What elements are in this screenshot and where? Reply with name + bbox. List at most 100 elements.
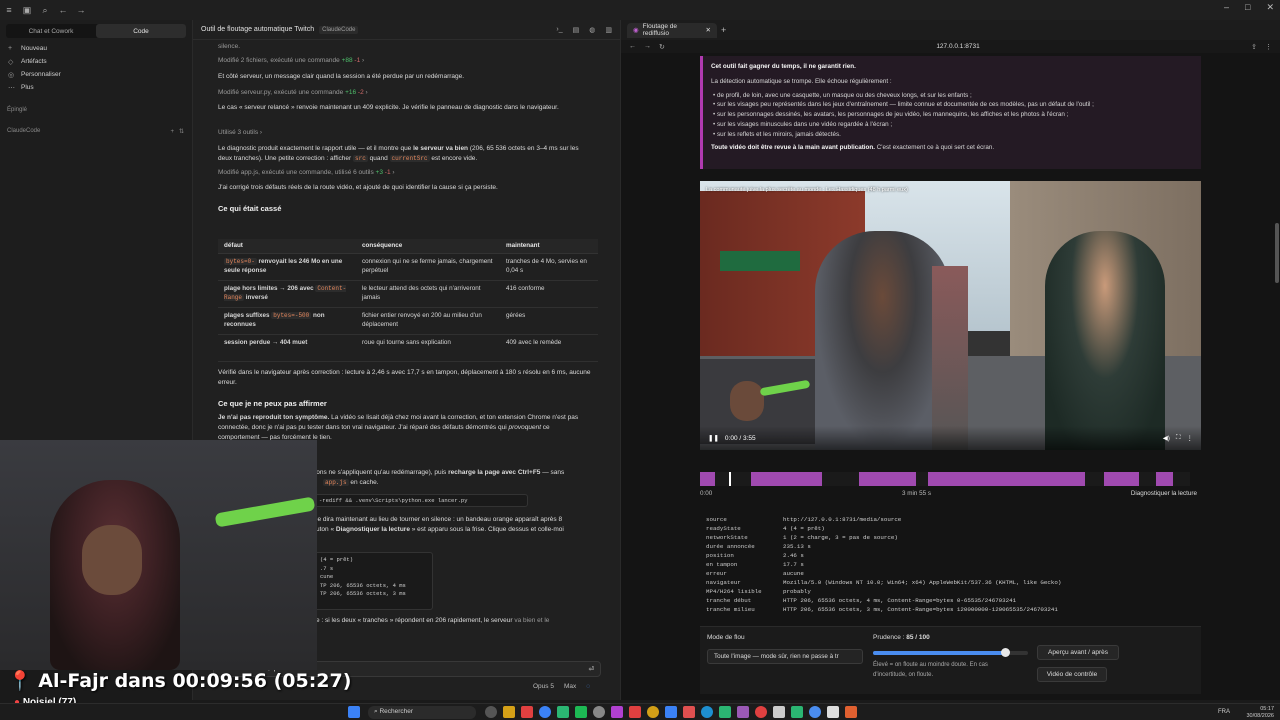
prudence-slider[interactable] <box>873 648 1028 657</box>
taskbar-app-icon[interactable] <box>773 706 785 718</box>
search-icon[interactable]: ⌕ <box>36 1 54 19</box>
taskbar-app-icon[interactable] <box>485 706 497 718</box>
browser-tab[interactable]: ◉ Floutage de rediffusio ✕ <box>627 22 717 38</box>
add-icon[interactable]: + <box>170 129 174 135</box>
chat-text: le dira maintenant au lieu de tourner en… <box>316 516 563 523</box>
taskbar-app-icon[interactable] <box>845 706 857 718</box>
taskbar-app-icon[interactable] <box>827 706 839 718</box>
table-cell: gérées <box>500 307 598 335</box>
diagnostic-row: tranche milieu HTTP 206, 65536 octets, 3 … <box>706 605 1086 614</box>
pin-icon: 📍 <box>8 670 32 692</box>
blur-timeline[interactable] <box>700 472 1190 486</box>
blur-segment[interactable] <box>751 472 823 486</box>
tool-summary[interactable]: Modifié serveur.py, exécuté une commande… <box>218 88 593 98</box>
taskbar-app-icon[interactable] <box>737 706 749 718</box>
tool-summary[interactable]: Modifié app.js, exécuté une commande, ut… <box>218 168 593 178</box>
filter-icon[interactable]: ⇅ <box>179 129 184 135</box>
section-project[interactable]: ClaudeCode <box>7 128 40 135</box>
clock[interactable]: 05:17 30/08/2026 <box>1246 706 1274 719</box>
video-player[interactable]: La communauté juive la plus secrète au m… <box>700 181 1201 450</box>
sidebar-toggle-icon[interactable]: ▣ <box>18 1 36 19</box>
blur-segment[interactable] <box>1155 472 1173 486</box>
page-scrollbar[interactable] <box>1275 223 1279 283</box>
back-icon[interactable]: ← <box>54 1 72 19</box>
maximize-icon[interactable]: □ <box>1245 2 1250 13</box>
taskbar-app-icon[interactable] <box>629 706 641 718</box>
taskbar-app-icon[interactable] <box>539 706 551 718</box>
language-indicator[interactable]: FRA <box>1218 709 1230 715</box>
mode-select[interactable]: Toute l'image — mode sûr, rien ne passe … <box>707 649 863 664</box>
sidebar-item-customize[interactable]: ◎ Personnaliser <box>0 68 192 81</box>
forward-icon[interactable]: → <box>72 1 90 19</box>
diagnostic-value: Mozilla/5.0 (Windows NT 10.0; Win64; x64… <box>783 579 1062 586</box>
tab-chat-cowork[interactable]: Chat et Cowork <box>6 24 96 38</box>
command-block[interactable]: -rediff && .venv\Scripts\python.exe lanc… <box>313 494 528 507</box>
diagnostic-key: tranche début <box>706 597 752 604</box>
effort-selector[interactable]: Max <box>564 683 576 690</box>
volume-icon[interactable]: ◀) <box>1163 434 1170 442</box>
taskbar-app-icon[interactable] <box>701 706 713 718</box>
sidebar-item-new[interactable]: + Nouveau <box>0 42 192 55</box>
panel-icon[interactable]: ▤ <box>573 26 580 34</box>
table-cell: connexion qui ne se ferme jamais, charge… <box>356 253 500 281</box>
taskbar-app-icon[interactable] <box>719 706 731 718</box>
control-video-button[interactable]: Vidéo de contrôle <box>1037 667 1107 682</box>
table-header: défaut <box>218 239 356 254</box>
taskbar-app-icon[interactable] <box>647 706 659 718</box>
forward-icon[interactable]: → <box>644 43 651 50</box>
blur-segment[interactable] <box>859 472 916 486</box>
chat-header: Outil de floutage automatique Twitch Cla… <box>193 20 620 40</box>
new-tab-icon[interactable]: + <box>721 25 726 35</box>
pause-icon[interactable]: ❚❚ <box>708 434 719 442</box>
tool-summary[interactable]: Modifié 2 fichiers, exécuté une commande… <box>218 56 593 66</box>
windows-start-icon[interactable] <box>348 706 360 718</box>
timeline-cursor[interactable] <box>729 472 732 486</box>
video-more-icon[interactable]: ⋮ <box>1187 434 1194 442</box>
layout-icon[interactable]: ▥ <box>605 26 612 34</box>
globe-icon[interactable]: ◍ <box>589 26 595 34</box>
blur-segment[interactable] <box>1104 472 1139 486</box>
chat-text: Le diagnostic produit exactement le rapp… <box>218 145 579 162</box>
diagnose-button[interactable]: Diagnostiquer la lecture <box>1131 490 1197 497</box>
taskbar-app-icon[interactable] <box>665 706 677 718</box>
taskbar-app-icon[interactable] <box>755 706 767 718</box>
more-icon: ⋯ <box>8 84 15 92</box>
tab-code[interactable]: Code <box>96 24 186 38</box>
warning-box: Cet outil fait gagner du temps, il ne ga… <box>700 56 1201 169</box>
close-icon[interactable]: ✕ <box>1266 2 1274 13</box>
page-content: Cet outil fait gagner du temps, il ne ga… <box>621 53 1280 700</box>
taskbar-app-icon[interactable] <box>683 706 695 718</box>
url-field[interactable]: 127.0.0.1:8731 <box>673 43 1243 50</box>
taskbar-app-icon[interactable] <box>521 706 533 718</box>
diagnostic-row: navigateur Mozilla/5.0 (Windows NT 10.0; … <box>706 578 1086 587</box>
slider-knob[interactable] <box>1000 648 1010 657</box>
blur-segment[interactable] <box>927 472 1085 486</box>
taskbar-app-icon[interactable] <box>557 706 569 718</box>
taskbar-search[interactable]: ⌕ Rechercher <box>368 706 476 719</box>
back-icon[interactable]: ← <box>629 43 636 50</box>
window-titlebar: ≡ ▣ ⌕ ← → – □ ✕ <box>0 0 1280 20</box>
sidebar-item-more[interactable]: ⋯ Plus <box>0 81 192 94</box>
terminal-icon[interactable]: ›_ <box>556 26 562 34</box>
diagnostic-value: 1 (2 = charge, 3 = pas de source) <box>783 534 898 541</box>
taskbar-app-icon[interactable] <box>593 706 605 718</box>
taskbar-app-icon[interactable] <box>809 706 821 718</box>
warning-bullet: sur les personnages dessinés, les avatar… <box>713 110 1193 120</box>
compare-button[interactable]: Aperçu avant / après <box>1037 645 1119 660</box>
reload-icon[interactable]: ↻ <box>659 43 665 51</box>
menu-icon[interactable]: ≡ <box>0 1 18 19</box>
more-icon[interactable]: ⋮ <box>1265 43 1272 51</box>
share-icon[interactable]: ⇪ <box>1251 43 1257 51</box>
fullscreen-icon[interactable]: ⛶ <box>1176 434 1181 442</box>
taskbar-app-icon[interactable] <box>575 706 587 718</box>
tool-summary[interactable]: Utilisé 3 outils › <box>218 128 593 138</box>
model-selector[interactable]: Opus 5 <box>533 683 554 690</box>
send-icon[interactable]: ⏎ <box>589 665 594 673</box>
taskbar-app-icon[interactable] <box>791 706 803 718</box>
blur-segment[interactable] <box>700 472 715 486</box>
taskbar-app-icon[interactable] <box>611 706 623 718</box>
sidebar-item-artifacts[interactable]: ◇ Artéfacts <box>0 55 192 68</box>
taskbar-app-icon[interactable] <box>503 706 515 718</box>
minimize-icon[interactable]: – <box>1224 2 1229 13</box>
diagnostic-value: 17.7 s <box>783 561 804 568</box>
